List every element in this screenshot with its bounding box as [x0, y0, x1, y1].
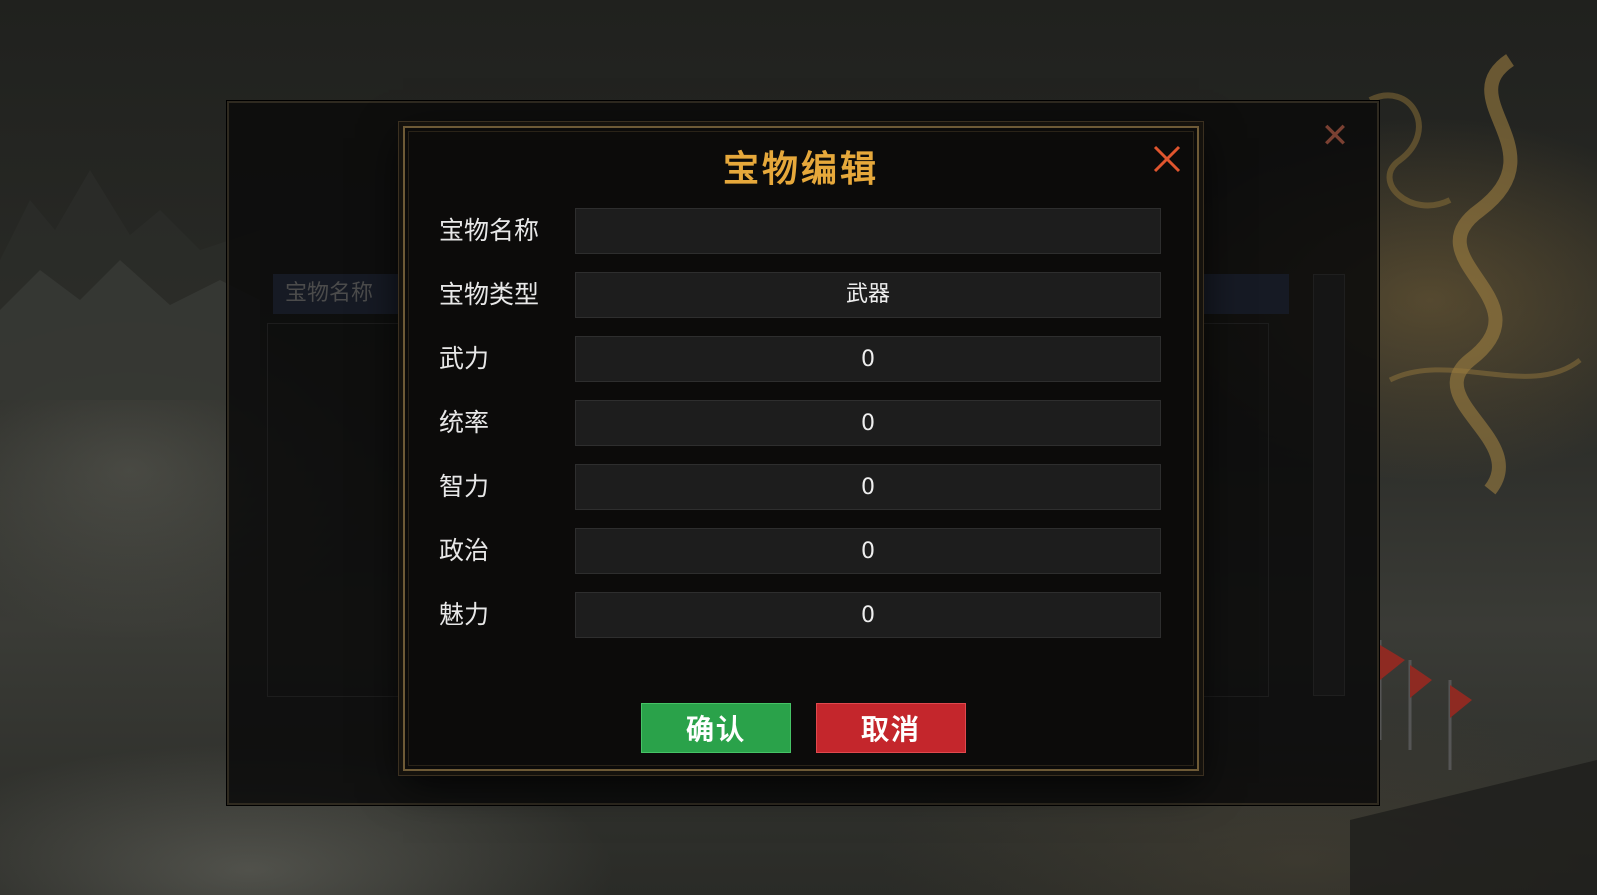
dialog-title: 宝物编辑 [722, 149, 879, 190]
field-row-command: 统率 [405, 400, 1197, 446]
field-label-force: 武力 [439, 344, 490, 373]
command-input[interactable] [575, 400, 1161, 446]
treasure-name-input[interactable] [575, 208, 1161, 254]
field-label-intelligence: 智力 [439, 472, 490, 501]
close-icon [1153, 145, 1181, 173]
cancel-button[interactable]: 取消 [816, 703, 966, 753]
mountains-illustration [0, 170, 260, 400]
field-row-intelligence: 智力 [405, 464, 1197, 510]
charm-input[interactable] [575, 592, 1161, 638]
field-row-force: 武力 [405, 336, 1197, 382]
politics-input[interactable] [575, 528, 1161, 574]
list-scrollbar [1313, 274, 1345, 696]
field-label-politics: 政治 [439, 536, 490, 565]
force-input[interactable] [575, 336, 1161, 382]
field-row-politics: 政治 [405, 528, 1197, 574]
soldiers-flags-illustration [1350, 640, 1597, 895]
close-icon: ✕ [1320, 116, 1350, 156]
field-row-charm: 魅力 [405, 592, 1197, 638]
field-row-type: 宝物类型 武器 [405, 272, 1197, 318]
field-label-name: 宝物名称 [439, 216, 540, 245]
field-label-command: 统率 [439, 408, 490, 437]
treasure-type-select[interactable]: 武器 [575, 272, 1161, 318]
intelligence-input[interactable] [575, 464, 1161, 510]
close-button[interactable] [1150, 142, 1184, 176]
field-label-charm: 魅力 [439, 600, 490, 629]
treasure-edit-dialog: 宝物编辑 宝物名称 宝物类型 武器 武力 统率 智力 政治 魅力 确认 取消 [403, 126, 1199, 771]
field-row-name: 宝物名称 [405, 208, 1197, 254]
confirm-button[interactable]: 确认 [641, 703, 791, 753]
field-label-type: 宝物类型 [439, 280, 540, 309]
